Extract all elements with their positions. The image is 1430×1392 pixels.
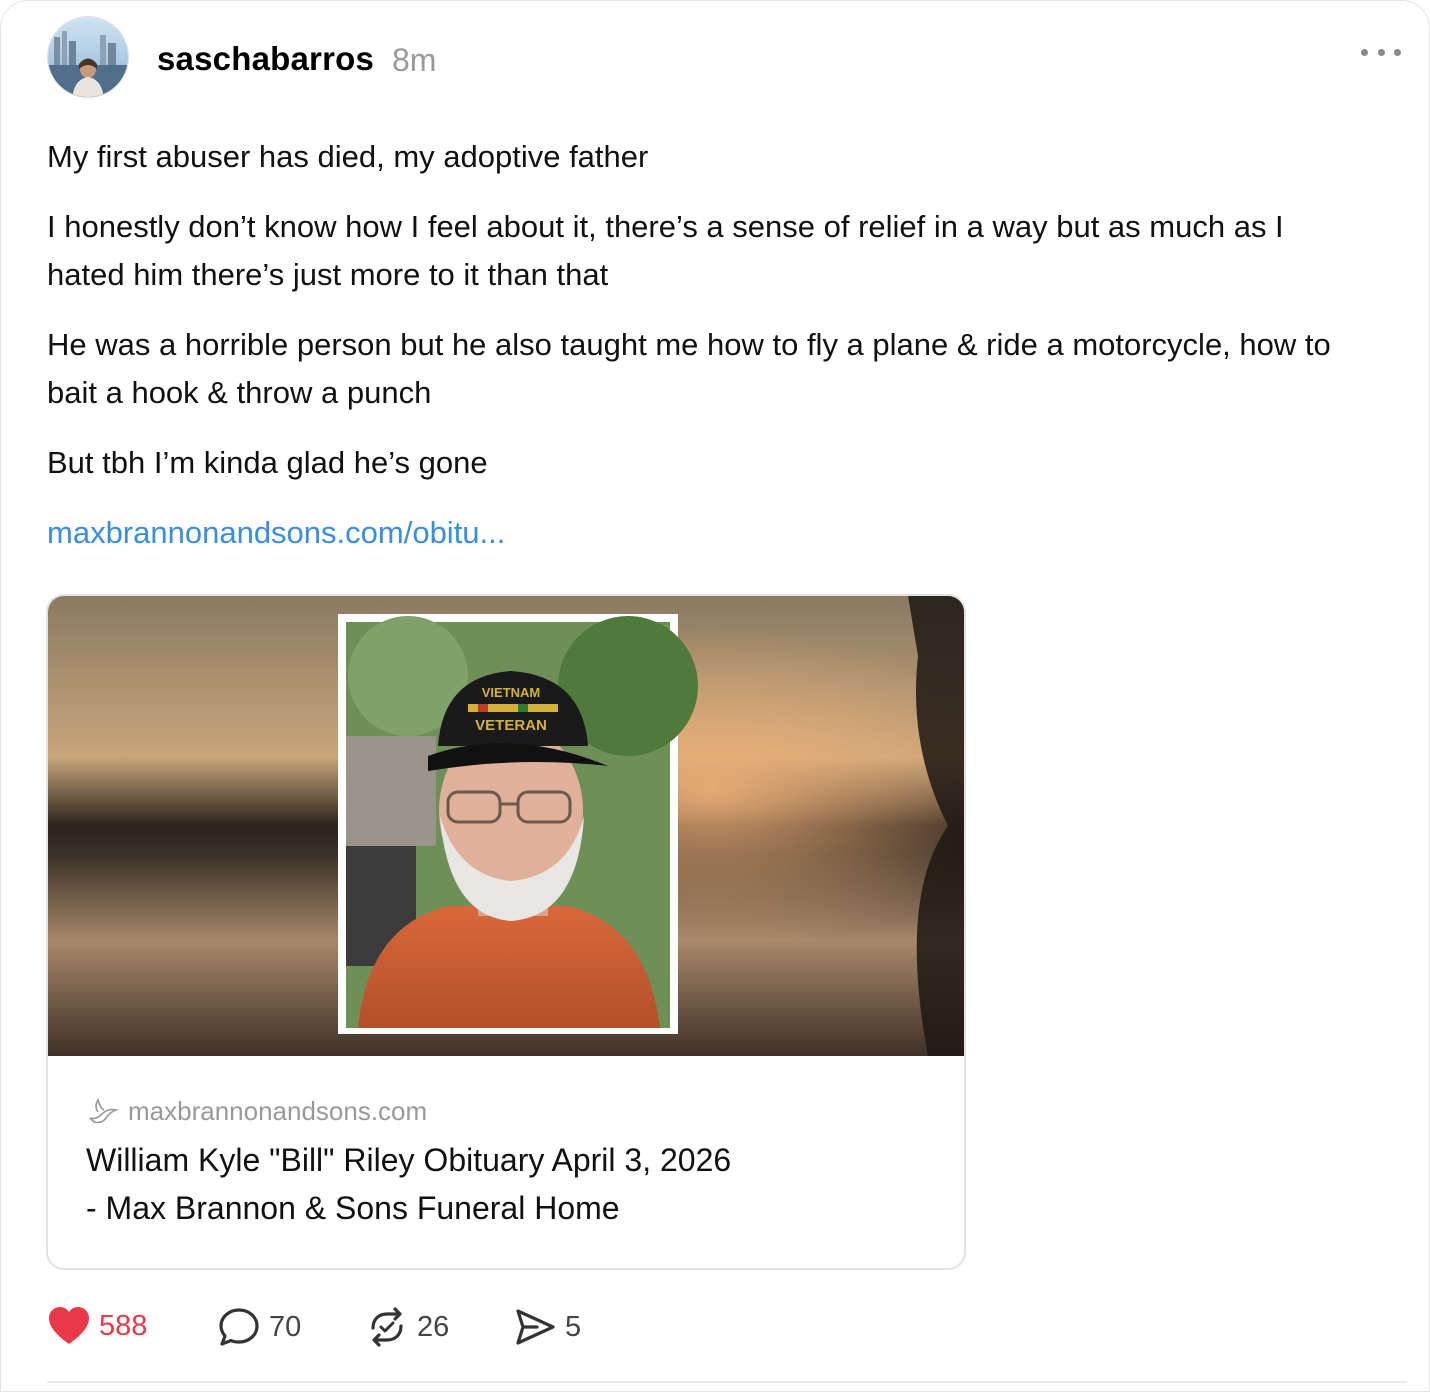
post-paragraph: I honestly don’t know how I feel about i… bbox=[47, 209, 1284, 292]
hat-text-top: VIETNAM bbox=[482, 685, 541, 700]
post-card: saschabarros 8m My first abuser has died… bbox=[0, 0, 1430, 1392]
like-count: 588 bbox=[99, 1309, 148, 1342]
divider bbox=[47, 1381, 1407, 1383]
preview-site-row: maxbrannonandsons.com bbox=[86, 1096, 427, 1127]
username[interactable]: saschabarros bbox=[157, 40, 374, 78]
post-paragraph: He was a horrible person but he also tau… bbox=[47, 327, 1331, 410]
post-link[interactable]: maxbrannonandsons.com/obitu... bbox=[47, 513, 1387, 553]
avatar[interactable] bbox=[47, 16, 129, 98]
dove-icon bbox=[89, 1097, 119, 1123]
comment-count: 70 bbox=[269, 1310, 302, 1343]
post-paragraph: My first abuser has died, my adoptive fa… bbox=[47, 139, 649, 174]
comment-icon bbox=[219, 1308, 259, 1346]
post-time: 8m bbox=[392, 42, 437, 78]
share-button[interactable]: 5 bbox=[513, 1306, 581, 1348]
preview-title-line1: William Kyle "Bill" Riley Obituary April… bbox=[86, 1142, 732, 1178]
repost-count: 26 bbox=[417, 1310, 450, 1343]
repost-button[interactable]: 26 bbox=[365, 1306, 449, 1348]
share-count: 5 bbox=[565, 1310, 582, 1343]
post-paragraph: But tbh I’m kinda glad he’s gone bbox=[47, 445, 488, 480]
preview-site: maxbrannonandsons.com bbox=[128, 1096, 428, 1126]
link-preview-card[interactable]: VIETNAM VETERAN maxbrannonandsons.com Wi… bbox=[46, 594, 966, 1270]
hat-text-bottom: VETERAN bbox=[475, 717, 547, 734]
heart-icon bbox=[49, 1307, 89, 1344]
action-bar: 588 70 26 5 bbox=[47, 1306, 647, 1354]
like-button[interactable]: 588 bbox=[47, 1306, 147, 1346]
preview-title-line2: - Max Brannon & Sons Funeral Home bbox=[86, 1190, 620, 1226]
preview-image: VIETNAM VETERAN bbox=[48, 596, 964, 1056]
share-icon bbox=[516, 1309, 555, 1345]
comment-button[interactable]: 70 bbox=[217, 1306, 301, 1348]
post-body: My first abuser has died, my adoptive fa… bbox=[47, 133, 1387, 553]
repost-icon bbox=[371, 1307, 403, 1347]
more-icon[interactable] bbox=[1361, 46, 1401, 58]
post-header: saschabarros 8m bbox=[47, 16, 1407, 100]
